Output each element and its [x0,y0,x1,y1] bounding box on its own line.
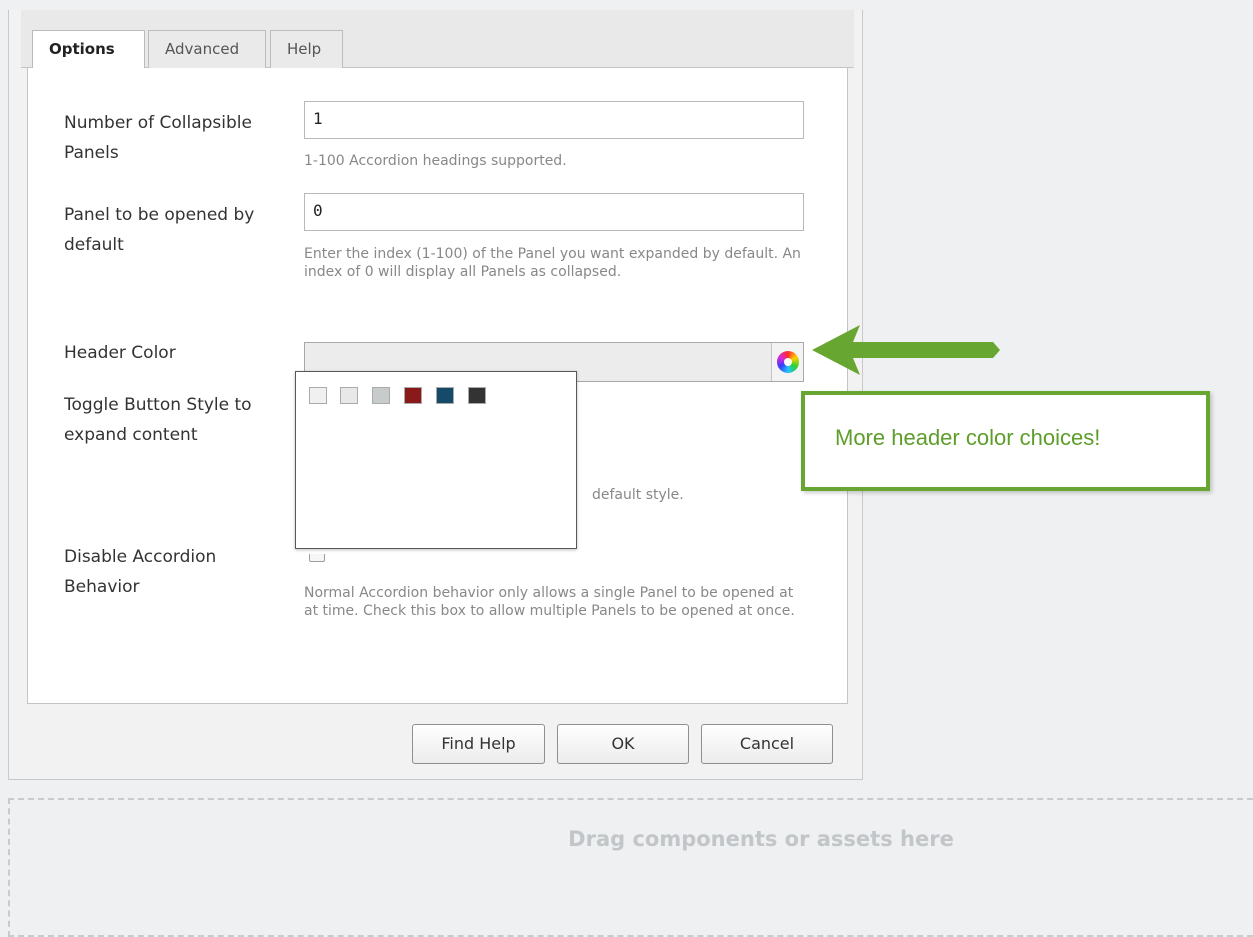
num-panels-input[interactable]: 1 [304,101,804,139]
arrow-icon [812,325,1000,375]
ok-button[interactable]: OK [557,724,689,764]
swatch-light-gray[interactable] [340,387,358,404]
find-help-button[interactable]: Find Help [412,724,545,764]
cancel-button[interactable]: Cancel [701,724,833,764]
color-picker-button[interactable] [771,343,803,381]
tab-options[interactable]: Options [32,30,145,69]
swatch-dark-blue[interactable] [436,387,454,404]
swatch-charcoal[interactable] [468,387,486,404]
default-panel-input[interactable]: 0 [304,193,804,231]
num-panels-help: 1-100 Accordion headings supported. [304,153,567,169]
toggle-style-label: Toggle Button Style to expand content [64,395,252,445]
color-swatch-popup [295,371,577,549]
tab-advanced[interactable]: Advanced [148,30,266,68]
drop-zone[interactable] [8,798,1253,937]
annotation-callout: More header color choices! [801,391,1210,491]
tab-bar: Options Advanced Help [21,10,854,69]
swatch-gray[interactable] [372,387,390,404]
disable-accordion-help: Normal Accordion behavior only allows a … [304,585,795,619]
header-color-label: Header Color [64,343,176,363]
toggle-style-help: default style. [592,487,684,503]
color-wheel-icon [777,351,799,373]
tab-help[interactable]: Help [270,30,343,68]
default-panel-help: Enter the index (1-100) of the Panel you… [304,246,801,280]
annotation-text: More header color choices! [835,425,1101,450]
disable-accordion-checkbox[interactable] [309,554,325,562]
num-panels-label: Number of Collapsible Panels [64,113,252,163]
swatch-dark-red[interactable] [404,387,422,404]
default-panel-label: Panel to be opened by default [64,205,255,255]
disable-accordion-label: Disable Accordion Behavior [64,547,217,597]
swatch-white[interactable] [309,387,327,404]
drop-zone-text: Drag components or assets here [568,827,954,851]
